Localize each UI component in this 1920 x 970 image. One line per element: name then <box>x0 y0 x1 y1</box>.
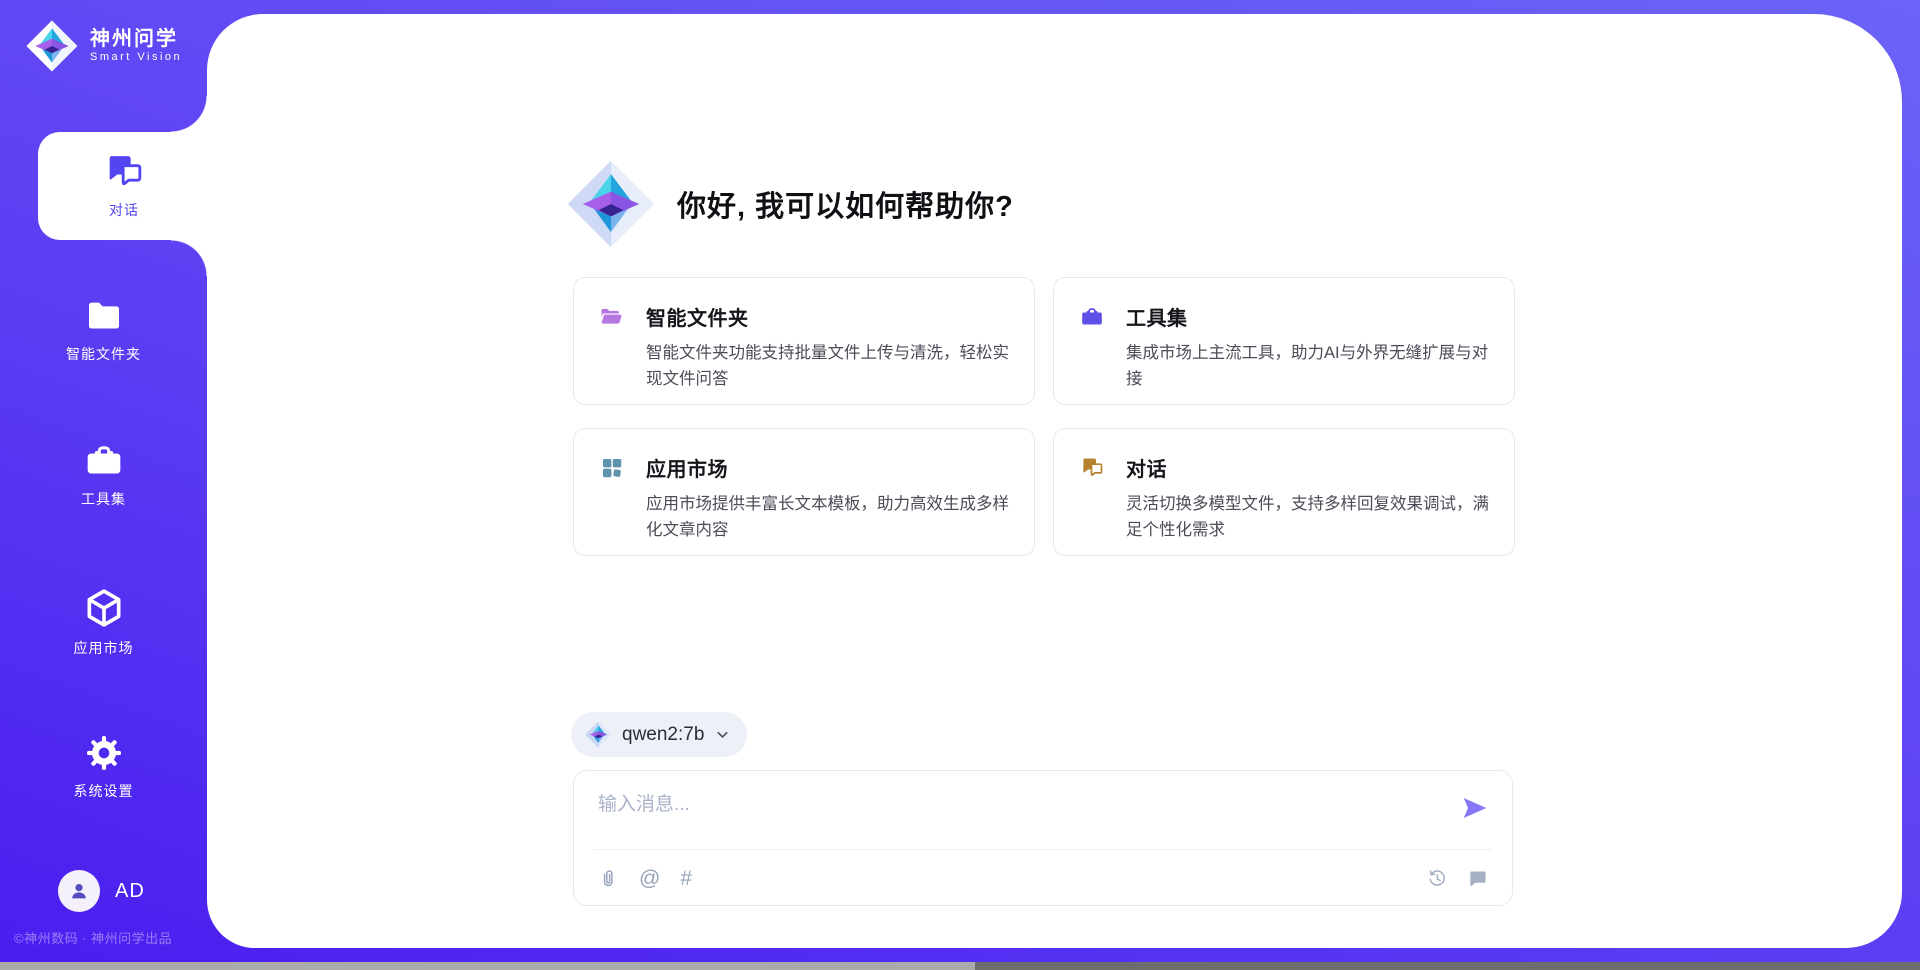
mention-icon[interactable]: @ <box>639 868 660 889</box>
sidebar-item-label: 应用市场 <box>74 638 134 658</box>
sidebar-item-label: 对话 <box>109 200 139 220</box>
card-description: 灵活切换多模型文件，支持多样回复效果调试，满足个性化需求 <box>1126 491 1492 543</box>
sidebar-item-settings[interactable]: 系统设置 <box>0 733 207 801</box>
card-title: 对话 <box>1126 453 1167 482</box>
folder-icon <box>84 296 124 336</box>
card-chat[interactable]: 对话 灵活切换多模型文件，支持多样回复效果调试，满足个性化需求 <box>1053 428 1515 556</box>
card-title: 应用市场 <box>646 453 728 482</box>
sidebar-item-smart-folder[interactable]: 智能文件夹 <box>0 296 207 364</box>
horizontal-scrollbar[interactable] <box>0 962 1920 970</box>
card-description: 智能文件夹功能支持批量文件上传与清洗，轻松实现文件问答 <box>646 340 1012 392</box>
message-composer: @ # <box>573 770 1513 906</box>
sidebar-item-toolset[interactable]: 工具集 <box>0 441 207 509</box>
gear-icon <box>84 733 124 773</box>
comment-icon[interactable] <box>1467 868 1488 889</box>
chevron-down-icon <box>714 726 731 743</box>
tab-fillet-top <box>171 96 207 132</box>
horizontal-scrollbar-thumb[interactable] <box>0 962 975 970</box>
open-folder-icon <box>600 305 624 329</box>
main-content-panel: 你好, 我可以如何帮助你? 智能文件夹 智能文件夹功能支持批量文件上传与清洗，轻… <box>207 14 1902 948</box>
model-selector[interactable]: qwen2:7b <box>571 712 747 757</box>
card-title: 工具集 <box>1126 302 1188 331</box>
history-icon[interactable] <box>1426 868 1447 889</box>
sidebar: 神州问学 Smart Vision 对话 智能文件夹 <box>0 0 207 970</box>
message-input[interactable] <box>598 785 1418 825</box>
model-name: qwen2:7b <box>622 724 704 746</box>
sidebar-item-app-market[interactable]: 应用市场 <box>0 586 207 658</box>
user-account[interactable]: AD <box>58 870 145 912</box>
person-icon <box>67 879 91 903</box>
greeting-block: 你好, 我可以如何帮助你? <box>567 160 1014 248</box>
card-smart-folder[interactable]: 智能文件夹 智能文件夹功能支持批量文件上传与清洗，轻松实现文件问答 <box>573 277 1035 405</box>
toolbox-icon <box>84 441 124 481</box>
sidebar-diamond-icon <box>26 20 78 72</box>
composer-divider <box>594 849 1492 850</box>
brand-diamond-icon <box>567 160 655 248</box>
cube-icon <box>82 586 126 630</box>
sidebar-item-label: 工具集 <box>81 489 126 509</box>
model-diamond-icon <box>585 721 612 748</box>
avatar <box>58 870 100 912</box>
chat-icon <box>1080 456 1104 480</box>
brand-subtitle: Smart Vision <box>90 50 182 64</box>
app-screen: 你好, 我可以如何帮助你? 智能文件夹 智能文件夹功能支持批量文件上传与清洗，轻… <box>0 0 1920 970</box>
card-description: 应用市场提供丰富长文本模板，助力高效生成多样化文章内容 <box>646 491 1012 543</box>
tab-fillet-bottom <box>171 240 207 276</box>
user-name: AD <box>115 880 145 903</box>
sidebar-item-label: 系统设置 <box>74 781 134 801</box>
hash-icon[interactable]: # <box>680 868 692 889</box>
composer-right-tools <box>1426 868 1488 889</box>
sidebar-item-chat[interactable]: 对话 <box>38 132 210 240</box>
send-icon[interactable] <box>1460 793 1490 823</box>
card-title: 智能文件夹 <box>646 302 749 331</box>
sidebar-item-label: 智能文件夹 <box>66 344 141 364</box>
feature-cards: 智能文件夹 智能文件夹功能支持批量文件上传与清洗，轻松实现文件问答 工具集 集成… <box>573 277 1515 556</box>
card-toolset[interactable]: 工具集 集成市场上主流工具，助力AI与外界无缝扩展与对接 <box>1053 277 1515 405</box>
briefcase-icon <box>1080 305 1104 329</box>
composer-left-tools: @ # <box>598 868 692 889</box>
chat-icon <box>104 152 144 192</box>
copyright-text: ©神州数码 · 神州问学出品 <box>14 928 172 947</box>
card-app-market[interactable]: 应用市场 应用市场提供丰富长文本模板，助力高效生成多样化文章内容 <box>573 428 1035 556</box>
grid-icon <box>600 456 624 480</box>
paperclip-icon[interactable] <box>598 868 619 889</box>
brand-logo: 神州问学 Smart Vision <box>26 20 182 72</box>
brand-name: 神州问学 <box>90 28 182 50</box>
greeting-text: 你好, 我可以如何帮助你? <box>677 183 1014 225</box>
card-description: 集成市场上主流工具，助力AI与外界无缝扩展与对接 <box>1126 340 1492 392</box>
